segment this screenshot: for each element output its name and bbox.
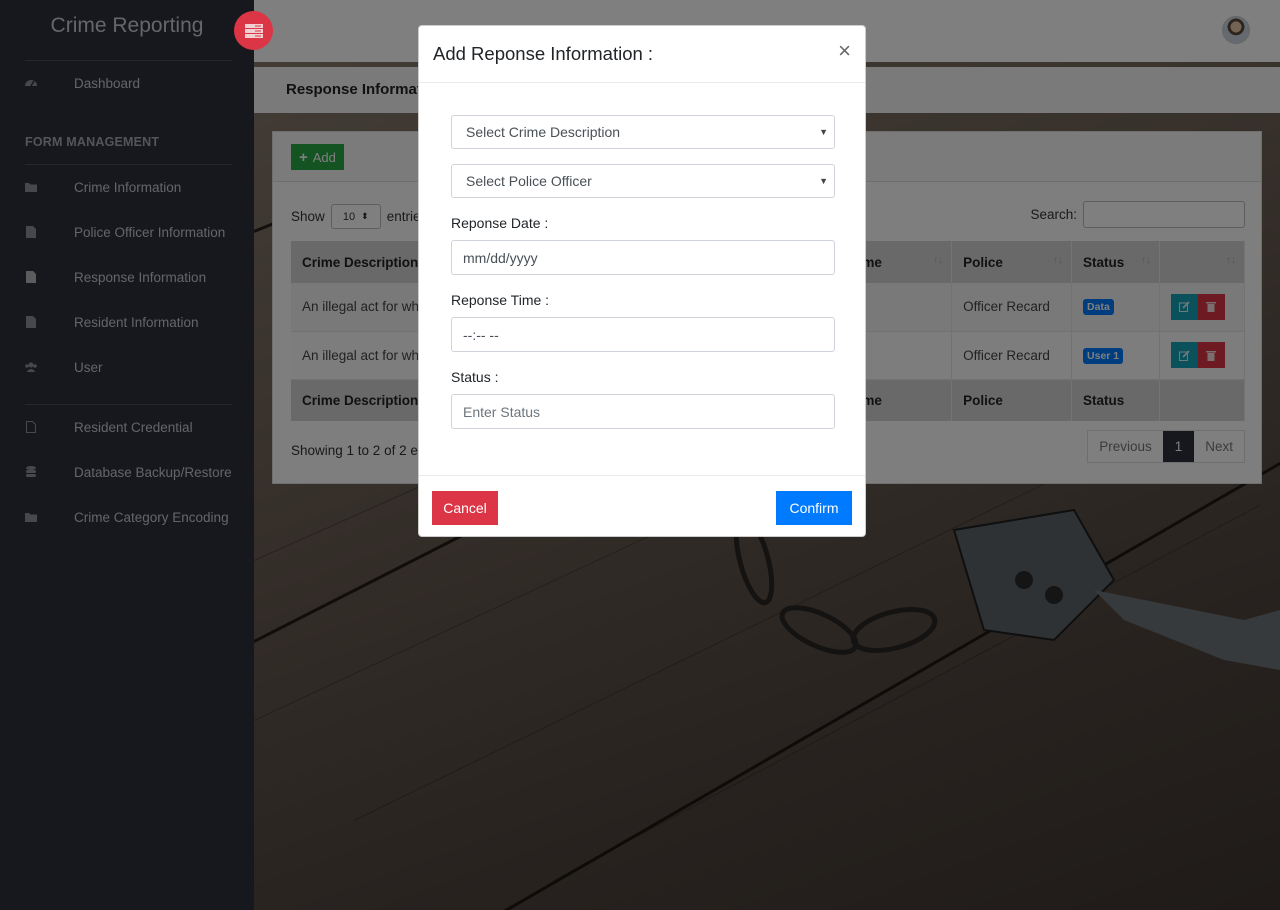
response-time-label: Reponse Time : bbox=[451, 292, 550, 308]
response-date-input[interactable]: mm/dd/yyyy bbox=[451, 240, 835, 275]
modal-title: Add Reponse Information : bbox=[433, 43, 654, 64]
response-date-label: Reponse Date : bbox=[451, 215, 549, 231]
caret-down-icon: ▼ bbox=[819, 127, 828, 137]
cancel-button[interactable]: Cancel bbox=[432, 491, 498, 525]
status-label: Status : bbox=[451, 369, 499, 385]
menu-icon bbox=[244, 23, 263, 38]
confirm-button[interactable]: Confirm bbox=[776, 491, 852, 525]
modal-footer: Cancel Confirm bbox=[419, 475, 865, 537]
response-time-input[interactable]: --:-- -- bbox=[451, 317, 835, 352]
crime-description-select[interactable]: Select Crime Description ▼ bbox=[451, 115, 835, 149]
status-input[interactable]: Enter Status bbox=[451, 394, 835, 429]
police-officer-select-value: Select Police Officer bbox=[466, 173, 592, 189]
sidebar-toggle-button[interactable] bbox=[234, 11, 273, 50]
caret-down-icon: ▼ bbox=[819, 176, 828, 186]
close-icon[interactable]: × bbox=[838, 40, 851, 62]
crime-description-select-value: Select Crime Description bbox=[466, 124, 621, 140]
police-officer-select[interactable]: Select Police Officer ▼ bbox=[451, 164, 835, 198]
add-response-modal: Add Reponse Information : × Select Crime… bbox=[418, 25, 866, 537]
modal-header: Add Reponse Information : × bbox=[419, 26, 865, 83]
